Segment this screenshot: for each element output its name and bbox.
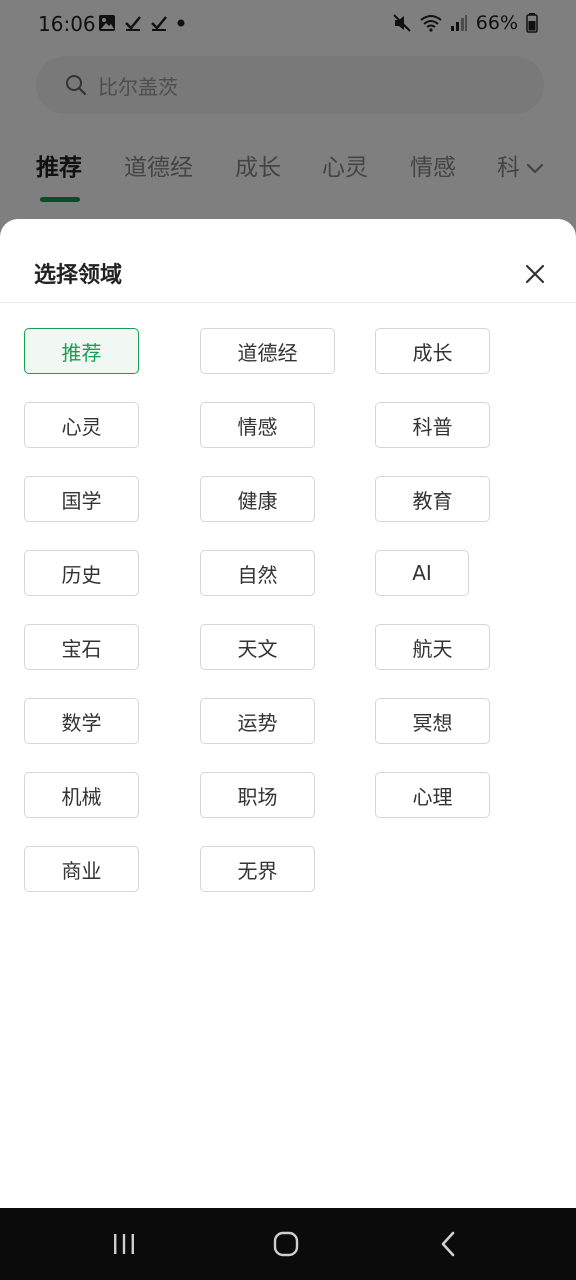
- chip-meditation[interactable]: 冥想: [375, 698, 490, 744]
- chip-sinology[interactable]: 国学: [24, 476, 139, 522]
- chip-aerospace[interactable]: 航天: [375, 624, 490, 670]
- system-navigation-bar: [0, 1208, 576, 1280]
- divider: [0, 302, 576, 303]
- chip-mind[interactable]: 心灵: [24, 402, 139, 448]
- chip-recommend[interactable]: 推荐: [24, 328, 139, 374]
- back-icon[interactable]: [430, 1228, 466, 1260]
- chip-fortune[interactable]: 运势: [200, 698, 315, 744]
- chip-health[interactable]: 健康: [200, 476, 315, 522]
- select-domain-sheet: 选择领域 推荐 道德经 成长 心灵 情感 科普 国学 健康 教育 历史 自然 A…: [0, 219, 576, 1208]
- chip-astronomy[interactable]: 天文: [200, 624, 315, 670]
- chip-growth[interactable]: 成长: [375, 328, 490, 374]
- chip-business[interactable]: 商业: [24, 846, 139, 892]
- chip-gemstone[interactable]: 宝石: [24, 624, 139, 670]
- chip-history[interactable]: 历史: [24, 550, 139, 596]
- chip-nature[interactable]: 自然: [200, 550, 315, 596]
- chip-ai[interactable]: AI: [375, 550, 469, 596]
- chip-psychology[interactable]: 心理: [375, 772, 490, 818]
- close-icon[interactable]: [521, 260, 549, 288]
- chip-education[interactable]: 教育: [375, 476, 490, 522]
- recents-icon[interactable]: [106, 1228, 142, 1260]
- home-icon[interactable]: [268, 1228, 304, 1260]
- chip-workplace[interactable]: 职场: [200, 772, 315, 818]
- chip-daodejing[interactable]: 道德经: [200, 328, 335, 374]
- chip-machinery[interactable]: 机械: [24, 772, 139, 818]
- chip-math[interactable]: 数学: [24, 698, 139, 744]
- chip-popular-science[interactable]: 科普: [375, 402, 490, 448]
- chip-boundless[interactable]: 无界: [200, 846, 315, 892]
- chip-emotion[interactable]: 情感: [200, 402, 315, 448]
- sheet-title: 选择领域: [34, 263, 123, 288]
